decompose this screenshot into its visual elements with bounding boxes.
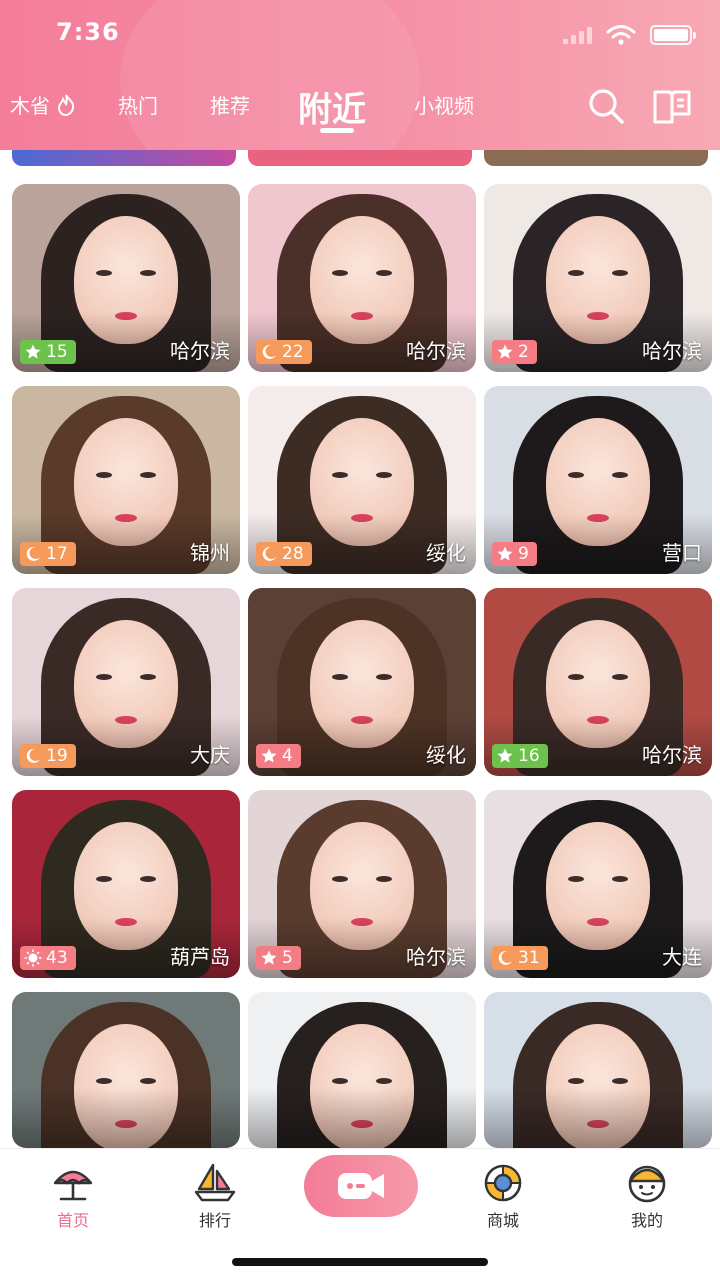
star-icon bbox=[25, 344, 41, 359]
status-icons bbox=[563, 24, 696, 46]
profile-card[interactable]: 9 营口 bbox=[484, 386, 712, 574]
city-label: 大连 bbox=[662, 945, 702, 969]
popularity-badge: 19 bbox=[20, 744, 76, 768]
popularity-badge: 9 bbox=[492, 542, 537, 566]
star-icon bbox=[261, 748, 277, 763]
profile-card[interactable]: 16 哈尔滨 bbox=[484, 588, 712, 776]
profile-card[interactable]: 19 大庆 bbox=[12, 588, 240, 776]
badge-count: 19 bbox=[46, 746, 68, 766]
flame-icon bbox=[58, 94, 75, 117]
live-broadcast-button[interactable] bbox=[304, 1155, 418, 1217]
sun-icon bbox=[24, 949, 42, 967]
badge-count: 15 bbox=[46, 342, 68, 362]
nav-profile[interactable]: 我的 bbox=[602, 1161, 692, 1231]
star-icon bbox=[497, 748, 513, 763]
city-label: 哈尔滨 bbox=[642, 339, 702, 363]
city-label: 葫芦岛 bbox=[170, 945, 230, 969]
mall-lifebuoy-icon bbox=[484, 1164, 522, 1202]
tab-province[interactable]: 木省 bbox=[10, 90, 76, 119]
profile-card[interactable]: 43 葫芦岛 bbox=[12, 790, 240, 978]
popularity-badge: 17 bbox=[20, 542, 76, 566]
badge-count: 22 bbox=[282, 342, 304, 362]
home-indicator bbox=[232, 1258, 488, 1266]
city-label: 绥化 bbox=[426, 541, 466, 565]
ranking-boat-icon bbox=[194, 1163, 236, 1202]
popularity-badge: 31 bbox=[492, 946, 548, 970]
badge-count: 43 bbox=[46, 948, 68, 968]
city-label: 营口 bbox=[662, 541, 702, 565]
moon-icon bbox=[262, 344, 276, 359]
profile-card[interactable] bbox=[12, 992, 240, 1148]
profile-card[interactable]: 5 哈尔滨 bbox=[248, 790, 476, 978]
badge-count: 28 bbox=[282, 544, 304, 564]
nearby-grid: 15 哈尔滨 22 哈尔滨 2 哈尔滨 17 锦州 28 绥化 9 营口 19 大庆 4 绥化 16 哈尔滨 43 葫… bbox=[0, 150, 720, 1148]
profile-card[interactable]: 4 绥化 bbox=[248, 588, 476, 776]
profile-card[interactable]: 31 大连 bbox=[484, 790, 712, 978]
city-label: 大庆 bbox=[190, 743, 230, 767]
nav-label: 排行 bbox=[198, 1211, 231, 1230]
popularity-badge: 43 bbox=[20, 946, 76, 970]
popularity-badge: 4 bbox=[256, 744, 301, 768]
badge-count: 5 bbox=[282, 948, 293, 968]
tab-hot[interactable]: 热门 bbox=[118, 90, 158, 119]
battery-icon bbox=[650, 25, 696, 45]
profile-card[interactable]: 17 锦州 bbox=[12, 386, 240, 574]
popularity-badge: 28 bbox=[256, 542, 312, 566]
badge-count: 2 bbox=[518, 342, 529, 362]
badge-count: 16 bbox=[518, 746, 540, 766]
profile-card[interactable]: 22 哈尔滨 bbox=[248, 184, 476, 372]
profile-card[interactable]: 2 哈尔滨 bbox=[484, 184, 712, 372]
moon-icon bbox=[262, 546, 276, 561]
profile-face-icon bbox=[628, 1165, 666, 1203]
nav-label: 首页 bbox=[56, 1211, 89, 1230]
active-tab-indicator bbox=[320, 128, 354, 133]
card-peek[interactable] bbox=[248, 150, 472, 166]
status-time: 7:36 bbox=[56, 18, 120, 46]
city-label: 哈尔滨 bbox=[170, 339, 230, 363]
top-header: 7:36 木省 热门 推荐 附近 小视频 bbox=[0, 0, 720, 150]
signal-icon bbox=[563, 26, 592, 44]
nav-label: 商城 bbox=[486, 1211, 519, 1230]
nav-label: 我的 bbox=[630, 1211, 663, 1230]
city-label: 哈尔滨 bbox=[406, 945, 466, 969]
badge-count: 9 bbox=[518, 544, 529, 564]
city-label: 锦州 bbox=[190, 541, 230, 565]
card-peek[interactable] bbox=[484, 150, 708, 166]
nav-mall[interactable]: 商城 bbox=[458, 1161, 548, 1231]
profile-card[interactable] bbox=[484, 992, 712, 1148]
nav-ranking[interactable]: 排行 bbox=[170, 1161, 260, 1231]
moon-icon bbox=[498, 950, 512, 965]
badge-count: 4 bbox=[282, 746, 293, 766]
city-label: 绥化 bbox=[426, 743, 466, 767]
tab-short-video[interactable]: 小视频 bbox=[414, 90, 474, 119]
badge-count: 17 bbox=[46, 544, 68, 564]
city-label: 哈尔滨 bbox=[642, 743, 702, 767]
profile-card[interactable]: 28 绥化 bbox=[248, 386, 476, 574]
tab-recommend[interactable]: 推荐 bbox=[210, 90, 250, 119]
popularity-badge: 2 bbox=[492, 340, 537, 364]
live-camera-icon bbox=[338, 1173, 384, 1199]
popularity-badge: 16 bbox=[492, 744, 548, 768]
tab-nearby[interactable]: 附近 bbox=[298, 82, 366, 131]
popularity-badge: 22 bbox=[256, 340, 312, 364]
moon-icon bbox=[26, 748, 40, 763]
search-icon[interactable] bbox=[586, 86, 626, 126]
star-icon bbox=[261, 950, 277, 965]
popularity-badge: 5 bbox=[256, 946, 301, 970]
moon-icon bbox=[26, 546, 40, 561]
popularity-badge: 15 bbox=[20, 340, 76, 364]
nav-home[interactable]: 首页 bbox=[28, 1161, 118, 1231]
profile-card[interactable]: 15 哈尔滨 bbox=[12, 184, 240, 372]
profile-card[interactable] bbox=[248, 992, 476, 1148]
bulletin-icon[interactable] bbox=[652, 86, 692, 126]
city-label: 哈尔滨 bbox=[406, 339, 466, 363]
home-umbrella-icon bbox=[53, 1170, 93, 1201]
card-peek[interactable] bbox=[12, 150, 236, 166]
star-icon bbox=[497, 344, 513, 359]
star-icon bbox=[497, 546, 513, 561]
badge-count: 31 bbox=[518, 948, 540, 968]
wifi-icon bbox=[606, 25, 636, 45]
